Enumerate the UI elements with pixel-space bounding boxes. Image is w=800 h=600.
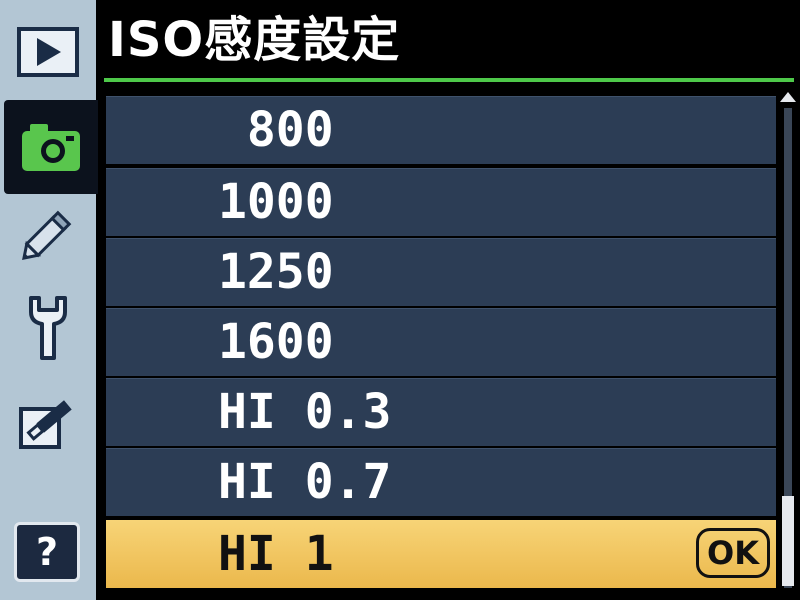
iso-option-label: HI 0.3 xyxy=(218,384,392,440)
iso-option-list: 800 1000 1250 1600 HI 0.3 HI 0.7 HI 1 OK xyxy=(106,96,776,592)
iso-option-1250[interactable]: 1250 xyxy=(106,238,776,306)
ok-confirm-button[interactable]: OK xyxy=(696,528,770,578)
iso-option-label: 1000 xyxy=(218,174,334,230)
wrench-icon xyxy=(23,294,73,362)
iso-option-label: 1600 xyxy=(218,314,334,370)
sidebar-item-setup[interactable] xyxy=(10,290,86,366)
iso-option-label: HI 0.7 xyxy=(218,454,392,510)
iso-option-hi-1[interactable]: HI 1 OK xyxy=(106,520,776,588)
iso-option-label: 1250 xyxy=(218,244,334,300)
help-button[interactable]: ? xyxy=(14,522,80,582)
iso-option-800[interactable]: 800 xyxy=(106,96,776,164)
page-title: ISO感度設定 xyxy=(108,12,401,68)
sidebar-item-playback[interactable] xyxy=(10,14,86,90)
pencil-icon xyxy=(16,202,80,266)
scrollbar-thumb[interactable] xyxy=(782,496,794,586)
scroll-up-arrow-icon[interactable] xyxy=(780,92,796,102)
playback-icon xyxy=(17,27,79,77)
iso-sensitivity-menu-screen: ? ISO感度設定 800 1000 1250 1600 HI 0.3 HI 0… xyxy=(0,0,800,600)
sidebar-item-custom-settings[interactable] xyxy=(10,196,86,272)
sidebar-item-shooting[interactable] xyxy=(4,100,98,194)
iso-option-1600[interactable]: 1600 xyxy=(106,308,776,376)
iso-option-hi-0-7[interactable]: HI 0.7 xyxy=(106,448,776,516)
menu-header: ISO感度設定 xyxy=(96,0,800,84)
iso-option-label: 800 xyxy=(218,102,334,158)
title-underline xyxy=(104,78,794,82)
retouch-brush-icon xyxy=(17,391,79,453)
sidebar-item-retouch[interactable] xyxy=(10,384,86,460)
menu-sidebar: ? xyxy=(0,0,98,600)
iso-option-1000[interactable]: 1000 xyxy=(106,168,776,236)
iso-option-hi-0-3[interactable]: HI 0.3 xyxy=(106,378,776,446)
camera-icon xyxy=(18,119,84,175)
iso-option-label: HI 1 xyxy=(218,526,334,582)
